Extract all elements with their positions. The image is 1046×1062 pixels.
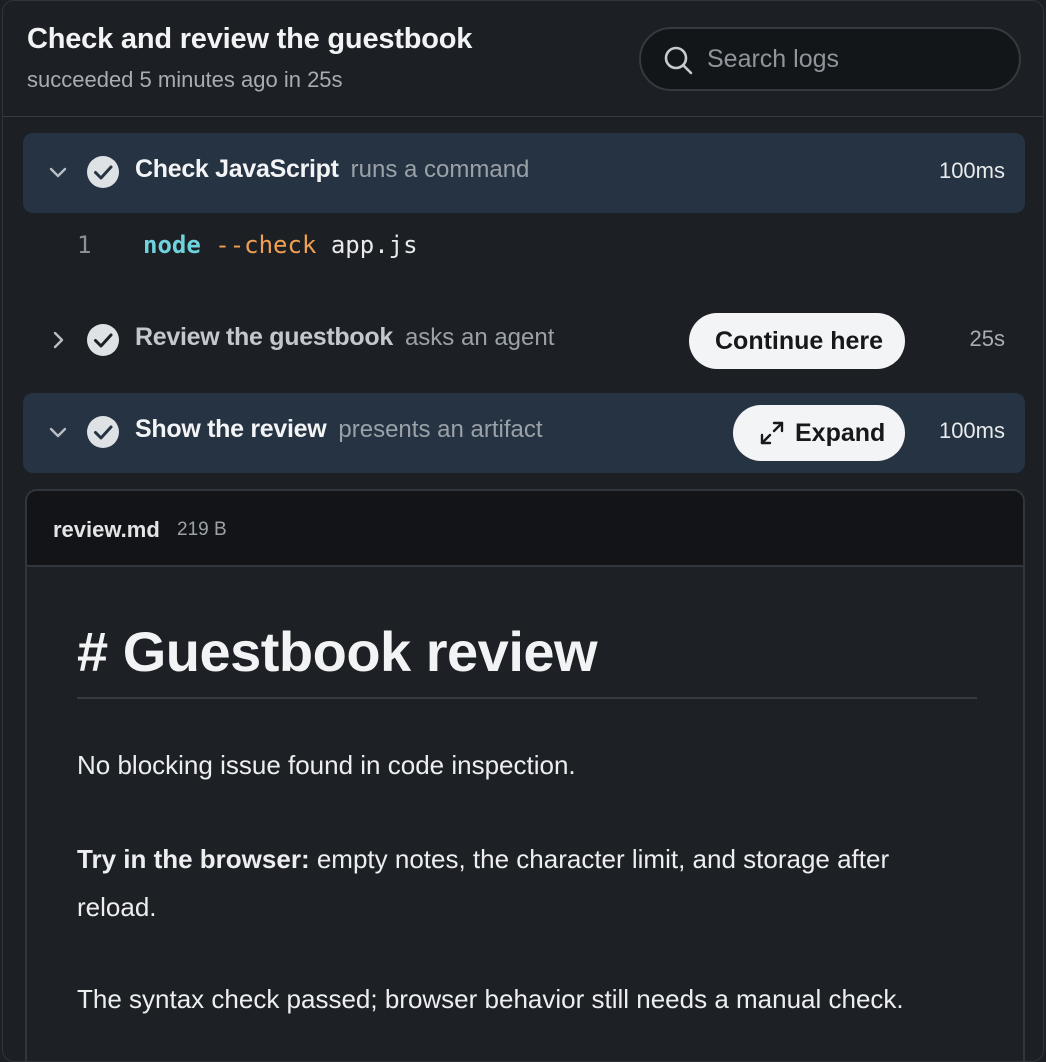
artifact-viewer: review.md 219 B # Guestbook review No bl… [25, 489, 1025, 1061]
step-kind: runs a command [350, 156, 530, 183]
step-kind: asks an agent [404, 324, 555, 351]
line-number: 1 [77, 231, 92, 259]
chevron-down-icon[interactable] [47, 161, 69, 183]
step-duration: 100ms [938, 158, 1005, 183]
continue-here-button[interactable]: Continue here [689, 313, 905, 369]
command-line: node --check app.js [143, 231, 418, 259]
expand-button[interactable]: Expand [733, 405, 905, 461]
artifact-filename: review.md [53, 517, 160, 542]
continue-label: Continue here [715, 327, 884, 355]
step-name: Show the review presents an artifact [135, 415, 543, 443]
argument-token: app.js [330, 231, 418, 259]
markdown-paragraph: Try in the browser: empty notes, the cha… [77, 835, 957, 931]
search-input[interactable] [707, 39, 997, 79]
command-token: node [143, 231, 201, 259]
artifact-size: 219 B [177, 519, 227, 540]
step-duration: 100ms [938, 418, 1005, 443]
step-duration: 25s [969, 326, 1005, 351]
step-check-javascript[interactable]: Check JavaScript runs a command 100ms [23, 133, 1025, 213]
run-title: Check and review the guestbook [27, 23, 473, 55]
chevron-right-icon[interactable] [47, 329, 69, 351]
run-panel: Check and review the guestbook succeeded… [2, 0, 1044, 1062]
run-status: succeeded 5 minutes ago in 25s [27, 67, 343, 92]
bold-label: Try in the browser: [77, 844, 310, 874]
step-kind: presents an artifact [338, 416, 543, 443]
step-name: Check JavaScript runs a command [135, 155, 530, 183]
success-check-icon [87, 416, 119, 448]
expand-label: Expand [795, 419, 886, 447]
command-log: 1 node --check app.js [23, 215, 1025, 275]
markdown-content: # Guestbook review No blocking issue fou… [77, 619, 977, 1014]
step-review-guestbook[interactable]: Review the guestbook asks an agent Contin… [23, 301, 1025, 381]
markdown-paragraph: No blocking issue found in code inspecti… [77, 750, 576, 780]
search-icon [664, 46, 693, 75]
step-name: Review the guestbook asks an agent [135, 323, 555, 351]
search-box[interactable] [639, 27, 1021, 91]
run-header: Check and review the guestbook succeeded… [3, 1, 1043, 117]
artifact-header: review.md 219 B [27, 491, 1023, 567]
markdown-heading: # Guestbook review [77, 619, 977, 699]
success-check-icon [87, 324, 119, 356]
expand-arrows-icon [760, 421, 784, 445]
success-check-icon [87, 156, 119, 188]
flag-token: --check [215, 231, 317, 259]
step-show-review[interactable]: Show the review presents an artifact Expa… [23, 393, 1025, 473]
chevron-down-icon[interactable] [47, 421, 69, 443]
markdown-paragraph: The syntax check passed; browser behavio… [77, 984, 904, 1014]
